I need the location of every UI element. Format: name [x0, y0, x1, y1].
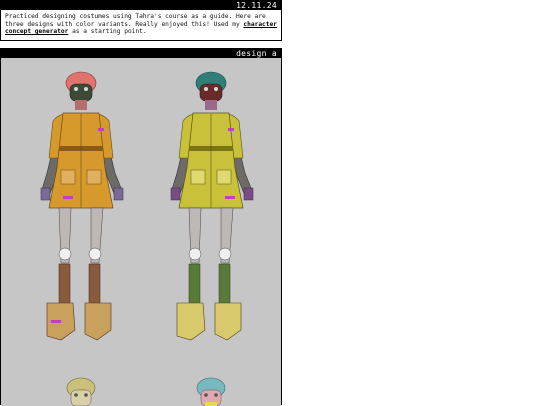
post-body: Practiced designing costumes using Tahra…: [1, 10, 281, 41]
design-post: design a: [0, 48, 282, 406]
post-body-text: Practiced designing costumes using Tahra…: [5, 13, 266, 28]
design-title: design a: [1, 49, 281, 58]
costume-artwork: [1, 58, 281, 406]
figure-yellow-variant: [170, 71, 254, 341]
post-entry: 12.11.24 Practiced designing costumes us…: [0, 0, 282, 41]
post-body-text-end: as a starting point.: [68, 28, 147, 36]
figure-next-row-left: [66, 377, 96, 406]
costume-illustration: [40, 71, 254, 406]
figure-orange-variant: [40, 71, 124, 341]
post-date: 12.11.24: [1, 1, 281, 10]
figure-next-row-right: [196, 377, 226, 406]
